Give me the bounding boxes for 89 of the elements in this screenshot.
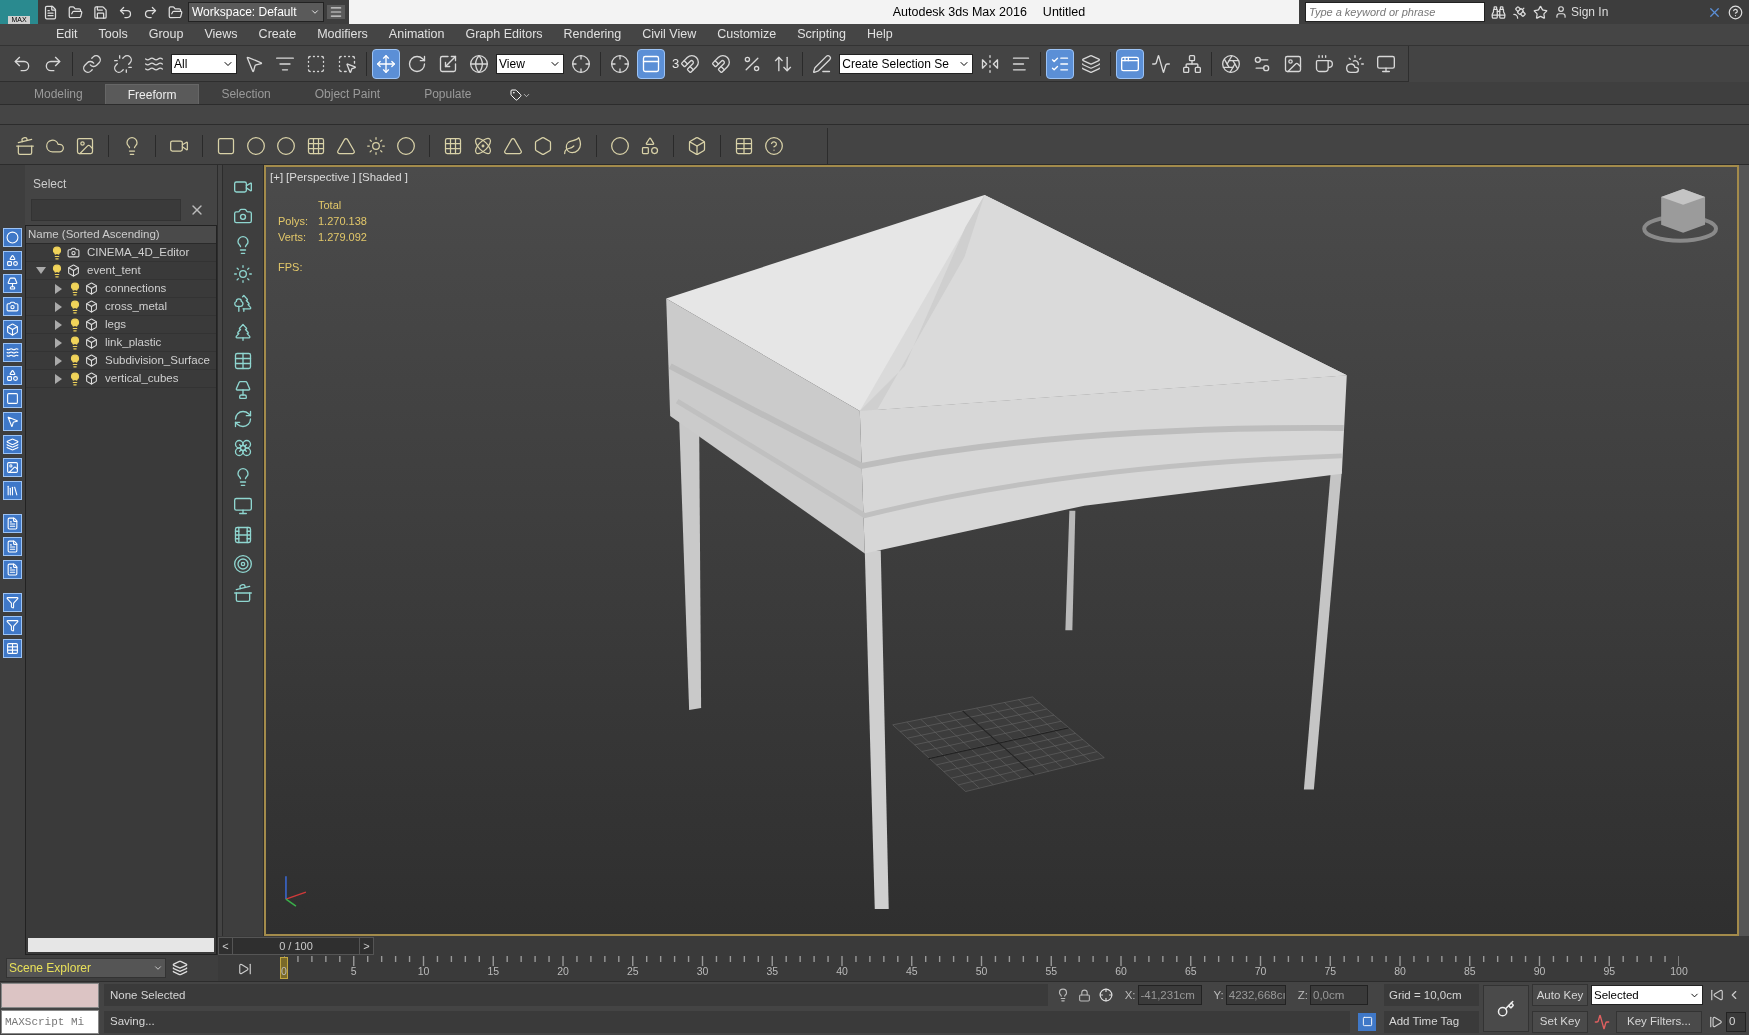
time-slider[interactable]: < 0 / 100 >	[218, 937, 374, 955]
scene-object-name[interactable]: CINEMA_4D_Editor	[87, 243, 190, 262]
scene-object-name[interactable]: event_tent	[87, 261, 141, 280]
stats-label: Verts:	[278, 230, 308, 245]
frame-position: 0 / 100	[278, 938, 314, 954]
coordinate-label: X:	[1124, 987, 1136, 1003]
menu-item[interactable]: Animation	[378, 25, 455, 44]
frame-number: 55	[1045, 966, 1058, 977]
frame-number: 50	[975, 966, 988, 977]
frame-number: 60	[1115, 966, 1127, 977]
frame-number: 90	[1533, 966, 1546, 977]
selection-status: None Selected	[104, 984, 1048, 1007]
ribbon-tab[interactable]: Modeling	[12, 84, 105, 104]
coordinate-label: Z:	[1297, 987, 1308, 1003]
menu-item[interactable]: Tools	[88, 25, 138, 44]
frame-number: 5	[350, 966, 357, 977]
document-title: Untitled	[1042, 3, 1086, 21]
set-key-button[interactable]: Set Key	[1532, 1010, 1588, 1033]
stats-label: Polys:	[278, 214, 309, 229]
menu-item[interactable]: Rendering	[553, 25, 632, 44]
menu-item[interactable]: Edit	[46, 25, 88, 44]
coordinate-field[interactable]: -41,231cm	[1137, 985, 1202, 1006]
ribbon-tab[interactable]: Object Paint	[292, 84, 403, 104]
time-tag-label[interactable]: Add Time Tag	[1384, 1010, 1479, 1033]
stats-heading: Total	[318, 199, 342, 211]
menu-item[interactable]: Group	[138, 25, 194, 44]
column-header[interactable]: Name (Sorted Ascending)	[26, 226, 216, 244]
explorer-dropdown[interactable]: Scene Explorer	[6, 958, 166, 978]
app-title: Autodesk 3ds Max 2016	[892, 3, 1027, 21]
coordinate-field[interactable]: 0,0cm	[1310, 985, 1368, 1006]
menu-item[interactable]: Modifiers	[307, 25, 378, 44]
scene-object-name[interactable]: connections	[105, 279, 167, 298]
snap-tool-button[interactable]: 3	[668, 48, 705, 79]
current-frame-field[interactable]: 0	[1726, 1011, 1746, 1032]
scene-object-name[interactable]: link_plastic	[105, 333, 162, 352]
frame-number: 40	[836, 966, 848, 977]
frame-number: 75	[1324, 966, 1337, 977]
scene-object-name[interactable]: Subdivision_Surface	[105, 351, 210, 370]
scene-object-name[interactable]: vertical_cubes	[105, 369, 179, 388]
menu-item[interactable]: Views	[194, 25, 248, 44]
frame-number: 80	[1394, 966, 1406, 977]
menu-item[interactable]: Civil View	[632, 25, 707, 44]
stats-value: 1.270.138	[318, 214, 367, 229]
scene-object-name[interactable]: cross_metal	[105, 297, 167, 316]
frame-number: 35	[766, 966, 779, 977]
frame-number: 65	[1184, 966, 1197, 977]
toolbar-dropdown[interactable]: All	[171, 53, 237, 74]
menu-item[interactable]: Scripting	[787, 25, 856, 44]
search-field[interactable]: Type a keyword or phrase	[1305, 2, 1485, 22]
menu-item[interactable]: Customize	[707, 25, 787, 44]
perspective-viewport[interactable]: [+] [Perspective ] [Shaded ] Total Polys: 1.270.138 Verts: 1.279.092 FPS:	[264, 165, 1739, 936]
previous-frame-button[interactable]: <	[219, 937, 233, 955]
viewport-label[interactable]: [Shaded ]	[358, 169, 408, 187]
frame-number: 30	[696, 966, 709, 977]
frame-number: 15	[487, 966, 500, 977]
ribbon-tab[interactable]: Populate	[402, 84, 494, 104]
next-frame-button[interactable]: >	[359, 937, 373, 955]
ribbon-tab[interactable]: Freeform	[104, 84, 200, 104]
scene-object-name[interactable]: legs	[105, 315, 127, 334]
frame-number: 100	[1670, 966, 1688, 977]
frame-number: 85	[1463, 966, 1476, 977]
key-mode-dropdown[interactable]: Selected	[1591, 985, 1703, 1006]
key-filters-button[interactable]: Key Filters...	[1616, 1010, 1702, 1033]
snap-dimension-label: 3	[672, 57, 680, 70]
frame-number: 70	[1254, 966, 1267, 977]
viewport-label[interactable]: [Perspective ]	[286, 169, 356, 187]
explorer-title: Select	[32, 176, 68, 193]
workspace-dropdown[interactable]: Workspace: Default	[188, 2, 324, 22]
frame-number: 25	[626, 966, 639, 977]
sign-in-button[interactable]: Sign In	[1554, 3, 1609, 21]
menu-item[interactable]: Create	[248, 25, 307, 44]
ribbon-tab[interactable]: Selection	[199, 84, 293, 104]
menu-item[interactable]: Help	[856, 25, 903, 44]
coordinate-field[interactable]: 4232,668cı	[1225, 985, 1286, 1006]
script-listener-input[interactable]: MAXScript Mi	[1, 1009, 99, 1034]
menu-item[interactable]: Graph Editors	[455, 25, 553, 44]
fps-label: FPS:	[278, 261, 303, 273]
frame-number: 10	[417, 966, 430, 977]
auto-key-button[interactable]: Auto Key	[1532, 984, 1588, 1007]
toolbar-dropdown[interactable]: Create Selection Se	[839, 53, 974, 74]
frame-number: 95	[1603, 966, 1616, 977]
viewport-label[interactable]: [+]	[270, 169, 284, 187]
coordinate-label: Y:	[1213, 987, 1224, 1003]
toolbar-dropdown[interactable]: View	[496, 53, 564, 74]
grid-size: Grid = 10,0cm	[1384, 984, 1479, 1007]
stats-value: 1.279.092	[318, 230, 367, 245]
frame-number: 0	[281, 966, 287, 977]
frame-number: 20	[557, 966, 569, 977]
frame-number: 45	[905, 966, 918, 977]
